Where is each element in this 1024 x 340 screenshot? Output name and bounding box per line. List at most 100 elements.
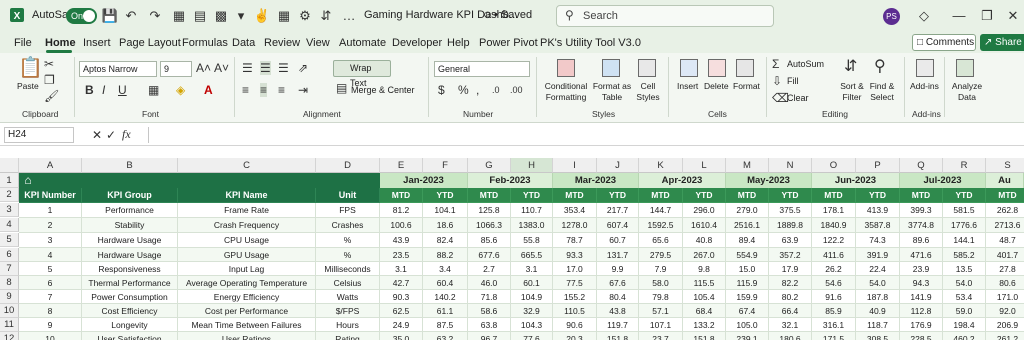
autosum-label[interactable]: AutoSum [787,59,824,69]
column-header-g[interactable]: G [468,158,511,173]
align-center-icon[interactable]: ≡ [260,83,268,97]
ytd-value[interactable]: 267.0 [683,248,726,262]
mtd-value[interactable]: 3.1 [380,262,423,276]
menu-developer[interactable]: Developer [392,37,442,49]
kpi-number[interactable]: 2 [19,218,82,233]
mtd-value[interactable]: 100.6 [380,218,423,233]
kpi-unit[interactable]: % [316,248,380,262]
ytd-value[interactable]: 3.4 [423,262,468,276]
comments-button[interactable]: □ Comments [912,34,976,51]
mtd-value[interactable]: 141.9 [900,290,943,304]
mtd-value[interactable]: 27.8 [986,262,1024,276]
column-header-p[interactable]: P [856,158,900,173]
ytd-value[interactable]: 133.2 [683,318,726,332]
kpi-unit[interactable]: $/FPS [316,304,380,318]
mtd-value[interactable]: 63.8 [468,318,511,332]
ytd-value[interactable]: 74.3 [856,233,900,248]
dropdown-icon[interactable]: ▾ [232,7,250,25]
column-header-s[interactable]: S [986,158,1024,173]
cell-styles-icon[interactable] [638,59,656,77]
save-icon[interactable]: 💾 [101,7,119,25]
mtd-value[interactable]: 96.7 [468,332,511,340]
ytd-value[interactable]: 151.8 [597,332,639,340]
mtd-value[interactable]: 23.7 [639,332,683,340]
addins-label[interactable]: Add-ins [910,81,939,91]
mtd-value[interactable]: 65.6 [639,233,683,248]
conditional-formatting-label[interactable]: Conditional Formatting [543,81,589,103]
mtd-value[interactable]: 125.8 [468,203,511,218]
ytd-value[interactable]: 115.5 [683,276,726,290]
ytd-value[interactable]: 80.4 [597,290,639,304]
spreadsheet-grid[interactable]: A B C D E F G H I J K L M N O P Q R S 1 2 3 4 5 6 7 8 9 10 11 12 ⌂ Jan-2… [0,158,1024,340]
mtd-value[interactable]: 94.3 [900,276,943,290]
kpi-number[interactable]: 8 [19,304,82,318]
column-header-e[interactable]: E [380,158,423,173]
mtd-value[interactable]: 155.2 [553,290,597,304]
ytd-value[interactable]: 63.2 [423,332,468,340]
ytd-value[interactable]: 59.0 [943,304,986,318]
mtd-value[interactable]: 411.6 [812,248,856,262]
mtd-value[interactable]: 1592.5 [639,218,683,233]
menu-page-layout[interactable]: Page Layout [119,37,181,49]
ytd-value[interactable]: 80.2 [769,290,812,304]
ytd-value[interactable]: 40.8 [683,233,726,248]
mtd-value[interactable]: 23.9 [900,262,943,276]
ytd-value[interactable]: 67.6 [597,276,639,290]
column-header-f[interactable]: F [423,158,468,173]
column-header-q[interactable]: Q [900,158,943,173]
fill-icon[interactable]: ⇩ [772,74,782,88]
kpi-unit[interactable]: Crashes [316,218,380,233]
mtd-value[interactable]: 42.7 [380,276,423,290]
mtd-value[interactable]: 54.6 [812,276,856,290]
mtd-value[interactable]: 107.1 [639,318,683,332]
kpi-name[interactable]: Crash Frequency [178,218,316,233]
ytd-value[interactable]: 1889.8 [769,218,812,233]
format-as-table-label[interactable]: Format as Table [592,81,632,103]
menu-file[interactable]: File [14,37,32,49]
ytd-value[interactable]: 43.8 [597,304,639,318]
menu-help[interactable]: Help [447,37,470,49]
mtd-value[interactable]: 89.4 [726,233,769,248]
indent-icon[interactable]: ⇥ [298,83,308,97]
mtd-value[interactable]: 26.2 [812,262,856,276]
format-cells-icon[interactable] [736,59,754,77]
table-icon[interactable]: ▤ [191,7,209,25]
ytd-value[interactable]: 1383.0 [511,218,553,233]
ytd-value[interactable]: 391.9 [856,248,900,262]
mtd-value[interactable]: 112.8 [900,304,943,318]
menu-utility-tool[interactable]: PK's Utility Tool V3.0 [540,37,641,49]
mtd-value[interactable]: 228.5 [900,332,943,340]
mtd-value[interactable]: 316.1 [812,318,856,332]
ytd-value[interactable]: 140.2 [423,290,468,304]
cell-styles-label[interactable]: Cell Styles [632,81,664,103]
ytd-value[interactable]: 217.7 [597,203,639,218]
mtd-value[interactable]: 78.7 [553,233,597,248]
ytd-value[interactable]: 22.4 [856,262,900,276]
kpi-group[interactable]: User Satisfaction [82,332,178,340]
kpi-unit[interactable]: FPS [316,203,380,218]
mtd-value[interactable]: 279.0 [726,203,769,218]
filter-icon[interactable]: ⚙ [296,7,314,25]
ytd-value[interactable]: 1610.4 [683,218,726,233]
ytd-value[interactable]: 198.4 [943,318,986,332]
ytd-value[interactable]: 131.7 [597,248,639,262]
menu-data[interactable]: Data [232,37,255,49]
column-header-l[interactable]: L [683,158,726,173]
ytd-value[interactable]: 1776.6 [943,218,986,233]
sort-icon[interactable]: ⇵ [317,7,335,25]
ytd-value[interactable]: 296.0 [683,203,726,218]
mtd-value[interactable]: 57.1 [639,304,683,318]
ytd-value[interactable]: 68.4 [683,304,726,318]
menu-view[interactable]: View [306,37,330,49]
mtd-value[interactable]: 24.9 [380,318,423,332]
kpi-group[interactable]: Longevity [82,318,178,332]
mtd-value[interactable]: 85.9 [812,304,856,318]
ytd-value[interactable]: 375.5 [769,203,812,218]
mtd-value[interactable]: 262.8 [986,203,1024,218]
mtd-value[interactable]: 81.2 [380,203,423,218]
mtd-value[interactable]: 178.1 [812,203,856,218]
mtd-value[interactable]: 79.8 [639,290,683,304]
kpi-name[interactable]: Average Operating Temperature [178,276,316,290]
row-header-8[interactable]: 8 [0,276,19,290]
mtd-value[interactable]: 122.2 [812,233,856,248]
